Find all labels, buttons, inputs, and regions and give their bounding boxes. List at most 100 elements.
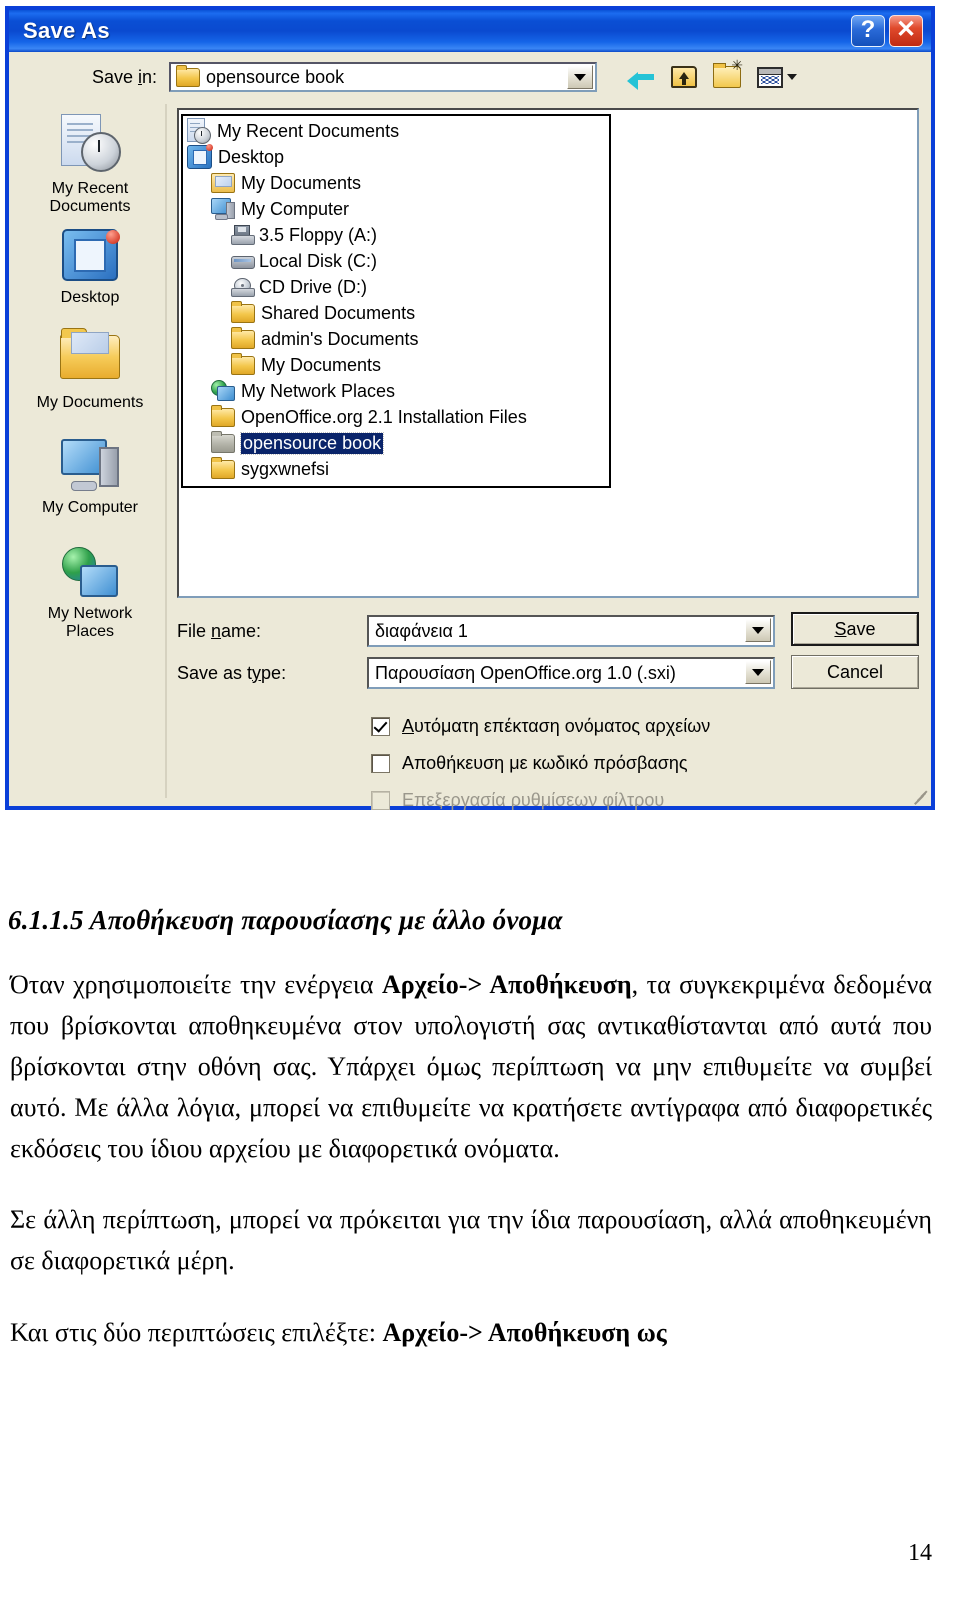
save-as-dialog: Save As ? ✕ Save in: opensource book ✳ M… xyxy=(5,6,935,810)
dropdown-item-label: opensource book xyxy=(239,431,385,455)
save-in-value: opensource book xyxy=(206,66,345,87)
checkbox-box[interactable] xyxy=(371,717,390,736)
dropdown-item-floppy-a[interactable]: 3.5 Floppy (A:) xyxy=(183,222,609,248)
save-as-type-value: Παρουσίαση OpenOffice.org 1.0 (.sxi) xyxy=(375,662,676,683)
page-number: 14 xyxy=(908,1540,932,1566)
dropdown-item-label: Desktop xyxy=(218,146,285,167)
dropdown-item-my-network-places[interactable]: My Network Places xyxy=(183,378,609,404)
paragraph-1-bold-menu-path: Αρχείο-> Αποθήκευση xyxy=(381,970,632,999)
checkbox-label: Επεξεργασία ρυθμίσεων φίλτρου xyxy=(402,790,665,810)
options-checkbox-group: Αυτόματη επέκταση ονόματος αρχείων Αποθή… xyxy=(371,708,710,819)
file-name-dropdown-arrow[interactable] xyxy=(745,618,771,642)
place-label-line1: My Recent xyxy=(51,180,129,197)
save-in-dropdown-list[interactable]: My Recent Documents Desktop My Documents… xyxy=(181,114,611,488)
dropdown-item-cd-drive-d[interactable]: CD Drive (D:) xyxy=(183,274,609,300)
save-in-label-pre: Save xyxy=(91,66,138,87)
places-bar: My Recent Documents Desktop My Documents… xyxy=(15,104,167,798)
dropdown-item-label: Local Disk (C:) xyxy=(259,250,378,271)
close-button[interactable]: ✕ xyxy=(889,15,923,47)
save-as-type-label-mnemonic: y xyxy=(252,662,262,683)
folder-icon xyxy=(231,300,255,323)
checkbox-label: Αποθήκευση με κωδικό πρόσβασης xyxy=(402,753,688,773)
paragraph-2: Σε άλλη περίπτωση, μπορεί να πρόκειται γ… xyxy=(10,1205,932,1276)
paragraph-1: Όταν χρησιμοποιείτε την ενέργεια Αρχείο-… xyxy=(10,964,932,1169)
checkbox-box xyxy=(371,791,390,810)
save-in-label-post: n: xyxy=(141,66,157,87)
dropdown-item-label: CD Drive (D:) xyxy=(259,276,367,297)
place-my-network-places[interactable]: My Network Places xyxy=(17,546,163,640)
save-as-type-dropdown-arrow[interactable] xyxy=(745,660,771,684)
up-one-level-icon[interactable] xyxy=(671,66,697,88)
dropdown-item-local-disk-c[interactable]: Local Disk (C:) xyxy=(183,248,609,274)
titlebar-buttons: ? ✕ xyxy=(851,15,923,47)
my-network-places-icon xyxy=(211,380,235,402)
chevron-down-icon xyxy=(752,626,764,634)
dropdown-item-label: Shared Documents xyxy=(261,302,416,323)
save-in-combobox[interactable]: opensource book xyxy=(169,62,597,92)
dropdown-item-my-computer[interactable]: My Computer xyxy=(183,196,609,222)
views-icon xyxy=(757,66,783,88)
folder-open-icon xyxy=(211,430,235,453)
file-name-value: διαφάνεια 1 xyxy=(375,620,468,641)
dialog-titlebar[interactable]: Save As ? ✕ xyxy=(5,6,935,52)
checkbox-box[interactable] xyxy=(371,754,390,773)
save-in-label: Save in: xyxy=(9,67,169,88)
place-my-recent-documents[interactable]: My Recent Documents xyxy=(17,114,163,215)
place-label-line1: My Network xyxy=(47,604,133,622)
folder-icon xyxy=(176,64,200,87)
dropdown-item-desktop[interactable]: Desktop xyxy=(183,144,609,170)
dropdown-item-label: 3.5 Floppy (A:) xyxy=(259,224,378,245)
place-label-line2: Documents xyxy=(49,197,131,215)
dropdown-item-label: admin's Documents xyxy=(261,328,419,349)
file-name-label-mnemonic: n xyxy=(211,620,222,641)
checkbox-label: Αυτόματη επέκταση ονόματος αρχείων xyxy=(402,716,710,737)
file-name-input[interactable]: διαφάνεια 1 xyxy=(367,615,775,647)
dropdown-item-sygxwnefsi[interactable]: sygxwnefsi xyxy=(183,456,609,482)
my-network-places-icon xyxy=(62,546,118,597)
folder-icon xyxy=(231,352,255,375)
dropdown-item-label: My Documents xyxy=(261,354,382,375)
checkbox-edit-filter-settings: Επεξεργασία ρυθμίσεων φίλτρου xyxy=(371,782,710,819)
folder-icon xyxy=(231,326,255,349)
checkbox-auto-filename-extension[interactable]: Αυτόματη επέκταση ονόματος αρχείων xyxy=(371,708,710,745)
save-as-type-label: Save as type: xyxy=(177,663,367,684)
paragraph-3-bold-menu-path: Αρχείο-> Αποθήκευση ως xyxy=(382,1317,667,1347)
dropdown-item-shared-documents[interactable]: Shared Documents xyxy=(183,300,609,326)
cancel-button[interactable]: Cancel xyxy=(791,655,919,689)
help-button[interactable]: ? xyxy=(851,15,885,47)
paragraph-3: Και στις δύο περιπτώσεις επιλέξτε: Αρχεί… xyxy=(10,1312,932,1353)
checkbox-label-mnemonic: Α xyxy=(402,716,415,736)
dropdown-item-my-recent-documents[interactable]: My Recent Documents xyxy=(183,118,609,144)
save-in-dropdown-arrow[interactable] xyxy=(567,65,593,89)
dropdown-item-label: My Documents xyxy=(241,172,362,193)
my-documents-icon xyxy=(211,173,235,193)
my-computer-icon xyxy=(61,439,119,492)
dropdown-item-opensource-book[interactable]: opensource book xyxy=(183,430,609,456)
dropdown-item-admins-documents[interactable]: admin's Documents xyxy=(183,326,609,352)
chevron-down-icon xyxy=(752,668,764,676)
place-my-computer[interactable]: My Computer xyxy=(17,439,163,517)
save-as-type-label-post: pe: xyxy=(261,662,287,683)
paragraph-1-part-a: Όταν χρησιμοποιείτε την ενέργεια xyxy=(10,970,382,999)
sparkle-icon: ✳ xyxy=(731,58,743,74)
document-body: 6.1.1.5 Αποθήκευση παρουσίασης με άλλο ό… xyxy=(0,905,960,1353)
desktop-icon xyxy=(187,144,213,169)
views-button[interactable] xyxy=(757,66,797,88)
create-new-folder-icon[interactable]: ✳ xyxy=(713,59,743,88)
hard-disk-icon xyxy=(231,253,255,269)
dropdown-item-label: OpenOffice.org 2.1 Installation Files xyxy=(241,406,527,427)
save-button[interactable]: Save xyxy=(791,612,919,646)
dropdown-item-label: My Computer xyxy=(241,198,350,219)
dropdown-item-openoffice-installation-files[interactable]: OpenOffice.org 2.1 Installation Files xyxy=(183,404,609,430)
close-button-label: ✕ xyxy=(895,16,917,43)
back-icon[interactable] xyxy=(627,67,655,90)
dropdown-item-my-documents-2[interactable]: My Documents xyxy=(183,352,609,378)
place-my-documents[interactable]: My Documents xyxy=(17,327,163,412)
resize-grip[interactable] xyxy=(912,787,928,805)
save-as-type-select[interactable]: Παρουσίαση OpenOffice.org 1.0 (.sxi) xyxy=(367,657,775,689)
dropdown-item-my-documents[interactable]: My Documents xyxy=(183,170,609,196)
place-desktop[interactable]: Desktop xyxy=(17,229,163,307)
place-label-line1: Desktop xyxy=(60,289,120,307)
save-button-label: ave xyxy=(846,618,876,639)
checkbox-save-with-password[interactable]: Αποθήκευση με κωδικό πρόσβασης xyxy=(371,745,710,782)
